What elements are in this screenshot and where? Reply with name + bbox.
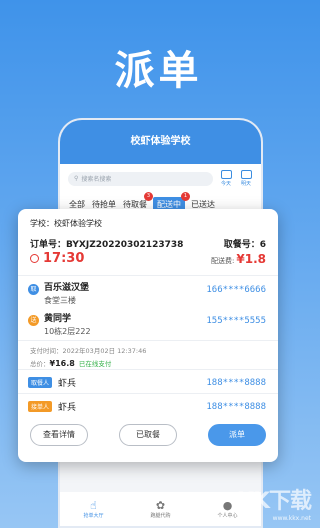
dispatch-button[interactable]: 派单 <box>208 424 266 446</box>
calendar-today-button[interactable]: 今天 <box>219 170 233 187</box>
picked-up-button[interactable]: 已取餐 <box>119 424 177 446</box>
count-badge: 1 <box>181 192 190 201</box>
calendar-icon <box>240 170 252 179</box>
nav-errand[interactable]: ✿ 跑腿代购 <box>150 498 170 519</box>
divider <box>18 340 278 341</box>
delivery-pin-icon: 送 <box>28 315 39 326</box>
hand-icon: ☝ <box>90 498 97 512</box>
sender-name: 虾兵 <box>58 403 77 413</box>
sender-row: 接单人 虾兵 188****8888 <box>28 400 266 413</box>
pickup-info: 取 百乐滋汉堡 食堂三楼 166****6666 <box>28 280 266 306</box>
bottom-nav: ☝ 抢单大厅 ✿ 跑腿代购 ● 个人中心 <box>60 492 261 526</box>
delivery-fee: 配送费: ¥1.8 <box>211 252 266 266</box>
pickup-phone[interactable]: 166****6666 <box>206 285 266 295</box>
runner-icon: ✿ <box>155 498 166 512</box>
pickup-pin-icon: 取 <box>28 284 39 295</box>
clock-icon <box>30 254 39 263</box>
nav-profile[interactable]: ● 个人中心 <box>217 498 237 519</box>
hero-title: 派单 <box>114 48 203 94</box>
meal-number: 取餐号：6 <box>223 240 266 250</box>
sender-tag: 接单人 <box>28 401 53 412</box>
paid-status: 已在线支付 <box>78 360 112 368</box>
pickup-address: 食堂三楼 <box>44 296 76 305</box>
watermark-url: www.kkx.net <box>272 515 311 522</box>
order-card: 学校：校虾体验学校 订单号：BYXJZ20220302123738 取餐号：6 … <box>18 209 278 462</box>
delivery-info: 送 黄同学 10栋2层222 155****5555 <box>28 311 266 337</box>
total-price: 总价：¥16.8 已在线支付 <box>30 359 112 368</box>
delivery-address: 10栋2层222 <box>44 327 91 336</box>
pickup-name: 百乐滋汉堡 <box>44 283 90 293</box>
delivery-name: 黄同学 <box>44 314 72 324</box>
search-placeholder: 搜索名搜索 <box>81 176 112 183</box>
pay-time: 支付时间：2022年03月02日 12:37:46 <box>30 347 147 355</box>
taker-name: 虾兵 <box>58 379 77 389</box>
divider <box>18 393 278 394</box>
watermark-logo: KK下载 <box>236 489 312 514</box>
search-input[interactable]: ⚲ 搜索名搜索 <box>68 171 213 186</box>
delivery-phone[interactable]: 155****5555 <box>206 316 266 326</box>
taker-row: 取餐人 虾兵 188****8888 <box>28 376 266 389</box>
phone-title: 校虾体验学校 <box>60 120 261 164</box>
view-details-button[interactable]: 查看详情 <box>30 424 88 446</box>
calendar-icon <box>220 170 232 179</box>
search-icon: ⚲ <box>74 175 79 182</box>
sender-phone[interactable]: 188****8888 <box>206 402 266 412</box>
divider <box>18 369 278 370</box>
card-actions: 查看详情 已取餐 派单 <box>30 424 266 446</box>
watermark: KK下载 www.kkx.net <box>236 483 312 522</box>
taker-phone[interactable]: 188****8888 <box>206 378 266 388</box>
school-name: 学校：校虾体验学校 <box>30 219 102 228</box>
nav-grab-hall[interactable]: ☝ 抢单大厅 <box>83 498 103 519</box>
search-bar: ⚲ 搜索名搜索 今天 明天 <box>60 164 261 193</box>
taker-tag: 取餐人 <box>28 377 53 388</box>
person-icon: ● <box>222 498 233 512</box>
divider <box>18 275 278 276</box>
count-badge: 3 <box>144 192 153 201</box>
calendar-tomorrow-button[interactable]: 明天 <box>239 170 253 187</box>
